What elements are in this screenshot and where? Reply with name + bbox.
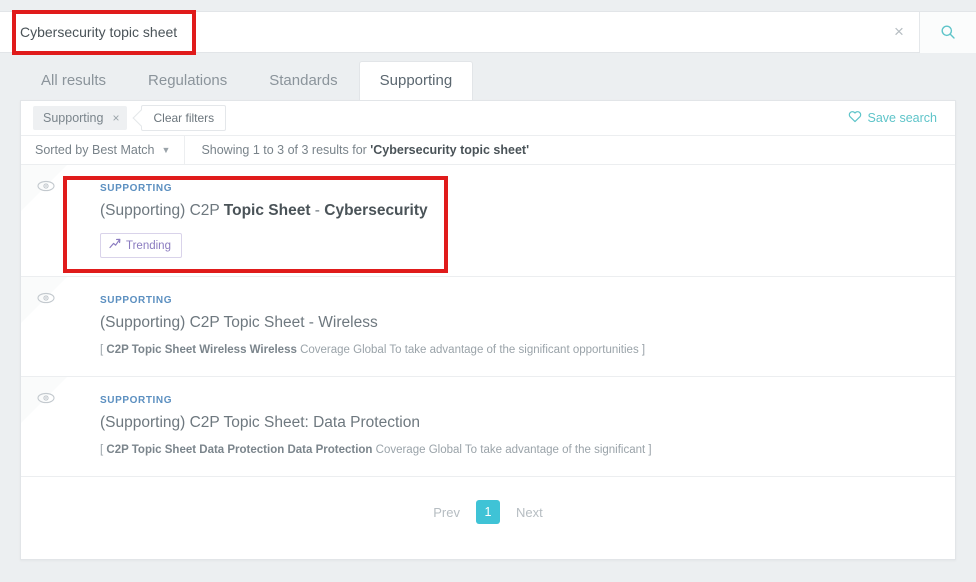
search-input[interactable] bbox=[0, 12, 879, 52]
filter-chip-supporting[interactable]: Supporting × bbox=[33, 106, 127, 130]
result-title[interactable]: (Supporting) C2P Topic Sheet - Wireless bbox=[100, 312, 935, 333]
search-bar: × bbox=[0, 11, 976, 53]
search-icon bbox=[940, 24, 956, 40]
sort-dropdown[interactable]: Sorted by Best Match ▼ bbox=[21, 136, 185, 164]
snippet-rest: Coverage Global To take advantage of the… bbox=[372, 444, 651, 456]
results-count-query: 'Cybersecurity topic sheet' bbox=[370, 143, 529, 157]
pagination: Prev 1 Next bbox=[21, 477, 955, 547]
save-search-label: Save search bbox=[868, 111, 937, 125]
result-title-part: - bbox=[310, 202, 324, 219]
heart-icon bbox=[848, 110, 862, 126]
chevron-down-icon: ▼ bbox=[162, 145, 171, 155]
result-title-highlight: Cybersecurity bbox=[324, 202, 427, 219]
trending-up-icon bbox=[109, 238, 121, 253]
snippet-highlight: C2P Topic Sheet Data Protection Data Pro… bbox=[106, 444, 372, 456]
result-kicker: SUPPORTING bbox=[100, 295, 935, 306]
tab-regulations[interactable]: Regulations bbox=[127, 61, 248, 100]
result-item[interactable]: SUPPORTING (Supporting) C2P Topic Sheet … bbox=[21, 277, 955, 377]
result-kicker: SUPPORTING bbox=[100, 395, 935, 406]
tab-supporting[interactable]: Supporting bbox=[359, 61, 474, 100]
preview-eye-icon[interactable] bbox=[33, 387, 59, 409]
results-card: Supporting × Clear filters Save search S… bbox=[20, 100, 956, 560]
clear-search-icon[interactable]: × bbox=[879, 12, 919, 52]
tab-all-results[interactable]: All results bbox=[20, 61, 127, 100]
results-meta-row: Sorted by Best Match ▼ Showing 1 to 3 of… bbox=[21, 135, 955, 165]
trending-badge[interactable]: Trending bbox=[100, 233, 182, 258]
tab-standards[interactable]: Standards bbox=[248, 61, 358, 100]
result-type-tabs: All results Regulations Standards Suppor… bbox=[20, 62, 473, 100]
results-count-prefix: Showing 1 to 3 of 3 results for bbox=[201, 143, 370, 157]
sort-dropdown-label: Sorted by Best Match bbox=[35, 143, 155, 157]
search-submit-button[interactable] bbox=[920, 12, 976, 53]
result-item[interactable]: SUPPORTING (Supporting) C2P Topic Sheet:… bbox=[21, 377, 955, 477]
trending-badge-label: Trending bbox=[126, 239, 171, 253]
close-icon[interactable]: × bbox=[112, 111, 119, 125]
filter-chip-label: Supporting bbox=[43, 111, 103, 125]
pagination-next[interactable]: Next bbox=[516, 505, 543, 520]
result-title[interactable]: (Supporting) C2P Topic Sheet: Data Prote… bbox=[100, 412, 935, 433]
result-title[interactable]: (Supporting) C2P Topic Sheet - Cybersecu… bbox=[100, 200, 935, 221]
results-count-text: Showing 1 to 3 of 3 results for 'Cyberse… bbox=[185, 143, 529, 157]
filters-row: Supporting × Clear filters Save search bbox=[21, 101, 955, 135]
result-item[interactable]: SUPPORTING (Supporting) C2P Topic Sheet … bbox=[21, 165, 955, 277]
pagination-prev[interactable]: Prev bbox=[433, 505, 460, 520]
preview-eye-icon[interactable] bbox=[33, 175, 59, 197]
result-title-highlight: Topic Sheet bbox=[224, 202, 311, 219]
result-snippet: [ C2P Topic Sheet Wireless Wireless Cove… bbox=[100, 342, 935, 358]
preview-eye-icon[interactable] bbox=[33, 287, 59, 309]
result-snippet: [ C2P Topic Sheet Data Protection Data P… bbox=[100, 442, 935, 458]
result-kicker: SUPPORTING bbox=[100, 183, 935, 194]
save-search-button[interactable]: Save search bbox=[848, 110, 945, 126]
result-title-part: (Supporting) C2P bbox=[100, 202, 224, 219]
snippet-highlight: C2P Topic Sheet Wireless Wireless bbox=[106, 344, 296, 356]
pagination-page-1[interactable]: 1 bbox=[476, 500, 500, 524]
clear-filters-button[interactable]: Clear filters bbox=[141, 105, 226, 131]
snippet-rest: Coverage Global To take advantage of the… bbox=[297, 344, 645, 356]
